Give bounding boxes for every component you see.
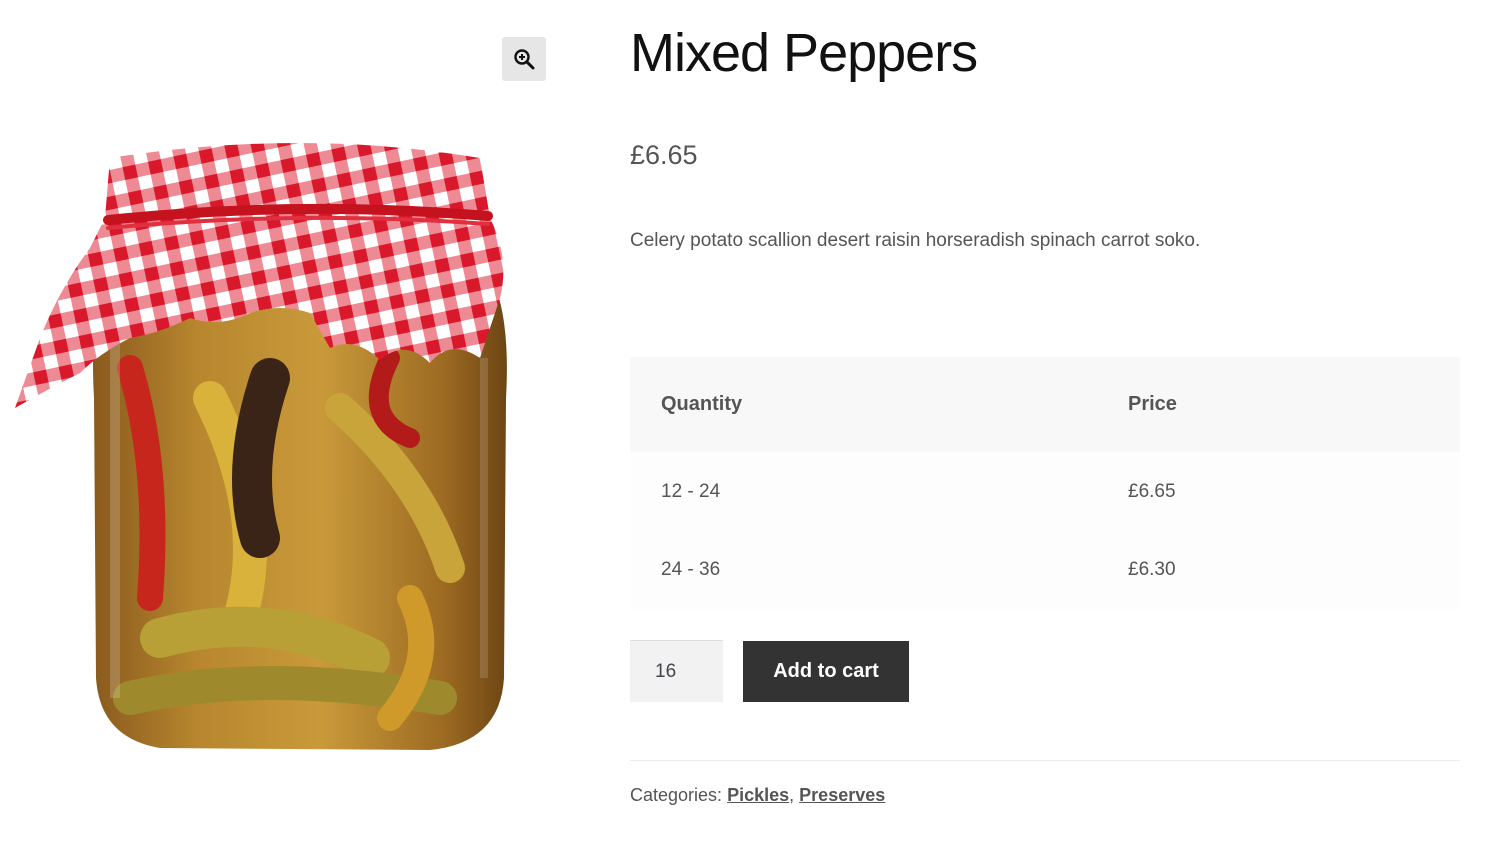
tier-price: £6.65 [1097,452,1460,531]
quantity-input[interactable] [630,640,723,702]
tier-quantity: 24 - 36 [630,531,1097,609]
product-page: Mixed Peppers £6.65 Celery potato scalli… [0,0,1500,857]
tier-quantity: 12 - 24 [630,452,1097,531]
category-link-preserves[interactable]: Preserves [799,785,885,805]
product-title: Mixed Peppers [630,23,978,83]
quantity-header: Quantity [630,357,1097,452]
product-description: Celery potato scallion desert raisin hor… [630,230,1201,251]
product-price: £6.65 [630,140,698,170]
price-header: Price [1097,357,1460,452]
tier-price: £6.30 [1097,531,1460,609]
product-image[interactable] [10,138,510,758]
product-gallery [0,0,560,857]
zoom-button[interactable] [502,37,546,81]
table-header-row: Quantity Price [630,357,1460,452]
tiered-pricing-table: Quantity Price 12 - 24 £6.65 24 - 36 £6.… [630,357,1460,609]
categories-label: Categories: [630,785,723,805]
table-row: 24 - 36 £6.30 [630,531,1460,609]
divider [630,760,1460,761]
add-to-cart-button[interactable]: Add to cart [743,641,909,702]
table-row: 12 - 24 £6.65 [630,452,1460,531]
zoom-in-magnifier-icon [514,49,535,70]
category-link-pickles[interactable]: Pickles [727,785,789,805]
category-separator: , [789,785,795,805]
product-categories: Categories: Pickles, Preserves [630,785,885,806]
